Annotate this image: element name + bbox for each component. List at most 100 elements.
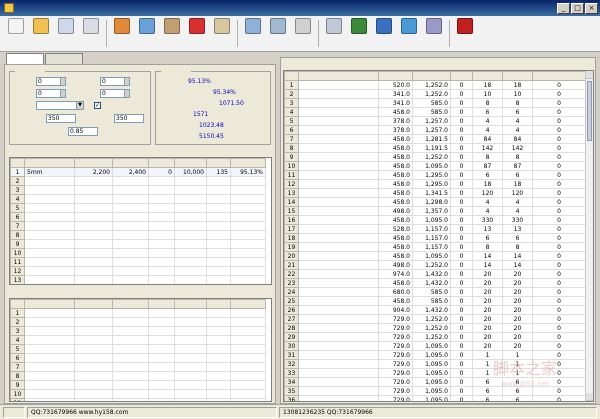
table-cell-width[interactable]: 585.0 xyxy=(412,296,451,306)
table-cell-no[interactable]: 5 xyxy=(10,344,25,354)
table-cell-length[interactable]: 341.0 xyxy=(378,98,413,108)
table-cell-thickness[interactable] xyxy=(148,185,175,195)
table-cell-thickness[interactable] xyxy=(148,212,175,222)
table-cell-b[interactable]: 87 xyxy=(472,161,503,171)
table-row[interactable]: 22 974.0 1,432.0 0 20 20 0 xyxy=(284,269,586,279)
table-cell-d[interactable]: 0 xyxy=(532,233,586,243)
table-cell-no[interactable]: 10 xyxy=(10,248,25,258)
table-cell-d[interactable]: 0 xyxy=(532,152,586,162)
table-cell-length[interactable]: 458.0 xyxy=(378,188,413,198)
table-cell-length[interactable]: 729.0 xyxy=(378,377,413,387)
about-button[interactable] xyxy=(422,18,446,49)
table-cell-name[interactable] xyxy=(298,98,379,108)
table-cell-usage[interactable] xyxy=(206,389,231,399)
table-cell-a[interactable]: 0 xyxy=(450,179,473,189)
table-row[interactable]: 4 xyxy=(10,194,266,204)
table-cell-rate[interactable] xyxy=(230,185,266,195)
table-cell-no[interactable]: 8 xyxy=(284,143,299,153)
table-cell-d[interactable]: 0 xyxy=(532,359,586,369)
table-cell-length[interactable]: 680.0 xyxy=(378,287,413,297)
table-cell-a[interactable]: 0 xyxy=(450,107,473,117)
material-table[interactable]: 1 5mm 2,200 2,400 0 10,000 135 95.13% 2 3 4 5 6 7 8 9 10… xyxy=(9,157,272,285)
table-cell-d[interactable]: 0 xyxy=(532,287,586,297)
table-cell-thickness[interactable] xyxy=(148,326,175,336)
table-cell-length[interactable] xyxy=(74,257,113,267)
chevron-down-icon[interactable]: ▼ xyxy=(76,102,83,109)
table-cell-width[interactable] xyxy=(112,308,149,318)
table-cell-length[interactable]: 520.0 xyxy=(378,80,413,90)
table-cell-thickness[interactable] xyxy=(148,380,175,390)
col-header-usage[interactable] xyxy=(206,158,231,168)
spin-icon[interactable] xyxy=(124,90,129,97)
table-cell-c[interactable]: 20 xyxy=(502,332,533,342)
scroll-up-icon[interactable] xyxy=(586,71,593,79)
table-cell-qty[interactable] xyxy=(174,194,207,204)
table-cell-name[interactable] xyxy=(24,212,75,222)
table-cell-usage[interactable] xyxy=(206,308,231,318)
table-row[interactable]: 4 458.0 585.0 0 6 6 0 xyxy=(284,107,586,117)
table-cell-no[interactable]: 4 xyxy=(284,107,299,117)
table-row[interactable]: 9 xyxy=(10,380,266,390)
table-cell-name[interactable] xyxy=(298,296,379,306)
table-cell-qty[interactable] xyxy=(174,344,207,354)
table-cell-d[interactable]: 0 xyxy=(532,332,586,342)
table-cell-length[interactable] xyxy=(74,203,113,213)
table-cell-no[interactable]: 13 xyxy=(10,275,25,284)
table-row[interactable]: 2 xyxy=(10,176,266,186)
table-cell-c[interactable]: 87 xyxy=(502,161,533,171)
table-cell-usage[interactable] xyxy=(206,344,231,354)
table-cell-length[interactable] xyxy=(74,362,113,372)
table-cell-qty[interactable] xyxy=(174,230,207,240)
table-row[interactable]: 11 xyxy=(10,257,266,267)
table-cell-c[interactable]: 20 xyxy=(502,296,533,306)
table-cell-length[interactable]: 498.0 xyxy=(378,206,413,216)
col-header-thickness[interactable] xyxy=(148,299,175,309)
table-cell-thickness[interactable] xyxy=(148,230,175,240)
table-cell-c[interactable]: 8 xyxy=(502,152,533,162)
table-row[interactable]: 21 498.0 1,252.0 0 14 14 0 xyxy=(284,260,586,270)
table-cell-c[interactable]: 4 xyxy=(502,206,533,216)
table-cell-name[interactable] xyxy=(24,380,75,390)
table-cell-no[interactable]: 13 xyxy=(284,188,299,198)
table-cell-name[interactable] xyxy=(24,248,75,258)
table-cell-no[interactable]: 23 xyxy=(284,278,299,288)
table-cell-name[interactable] xyxy=(298,368,379,378)
table-cell-no[interactable]: 16 xyxy=(284,215,299,225)
save-button[interactable] xyxy=(54,18,78,49)
table-cell-width[interactable]: 1,252.0 xyxy=(412,80,451,90)
table-cell-no[interactable]: 2 xyxy=(284,89,299,99)
table-row[interactable]: 11 458.0 1,295.0 0 6 6 0 xyxy=(284,170,586,180)
exit-button[interactable] xyxy=(453,18,477,49)
table-cell-a[interactable]: 0 xyxy=(450,233,473,243)
table-row[interactable]: 3 xyxy=(10,185,266,195)
table-cell-usage[interactable] xyxy=(206,326,231,336)
table-cell-width[interactable] xyxy=(112,398,149,401)
table-cell-a[interactable]: 0 xyxy=(450,314,473,324)
table-cell-qty[interactable] xyxy=(174,176,207,186)
table-cell-no[interactable]: 33 xyxy=(284,368,299,378)
table-cell-rate[interactable] xyxy=(230,239,266,249)
table-cell-no[interactable]: 28 xyxy=(284,323,299,333)
length-field-2[interactable]: 350 xyxy=(114,114,144,123)
table-cell-qty[interactable] xyxy=(174,335,207,345)
table-row[interactable]: 20 458.0 1,095.0 0 14 14 0 xyxy=(284,251,586,261)
table-row[interactable]: 25 458.0 585.0 0 20 20 0 xyxy=(284,296,586,306)
table-cell-width[interactable]: 1,257.0 xyxy=(412,116,451,126)
table-row[interactable]: 24 680.0 585.0 0 20 20 0 xyxy=(284,287,586,297)
table-cell-a[interactable]: 0 xyxy=(450,89,473,99)
table-cell-qty[interactable] xyxy=(174,212,207,222)
table-cell-a[interactable]: 0 xyxy=(450,80,473,90)
table-row[interactable]: 8 xyxy=(10,371,266,381)
table-cell-qty[interactable] xyxy=(174,203,207,213)
table-cell-no[interactable]: 17 xyxy=(284,224,299,234)
table-cell-c[interactable]: 330 xyxy=(502,215,533,225)
table-cell-name[interactable] xyxy=(24,362,75,372)
table-cell-length[interactable]: 729.0 xyxy=(378,341,413,351)
table-cell-a[interactable]: 0 xyxy=(450,170,473,180)
table-cell-qty[interactable]: 10,000 xyxy=(174,167,207,177)
table-cell-qty[interactable] xyxy=(174,353,207,363)
col-header-cut-qty[interactable] xyxy=(502,71,533,81)
table-cell-width[interactable] xyxy=(112,230,149,240)
table-cell-no[interactable]: 30 xyxy=(284,341,299,351)
table-cell-length[interactable]: 974.0 xyxy=(378,269,413,279)
